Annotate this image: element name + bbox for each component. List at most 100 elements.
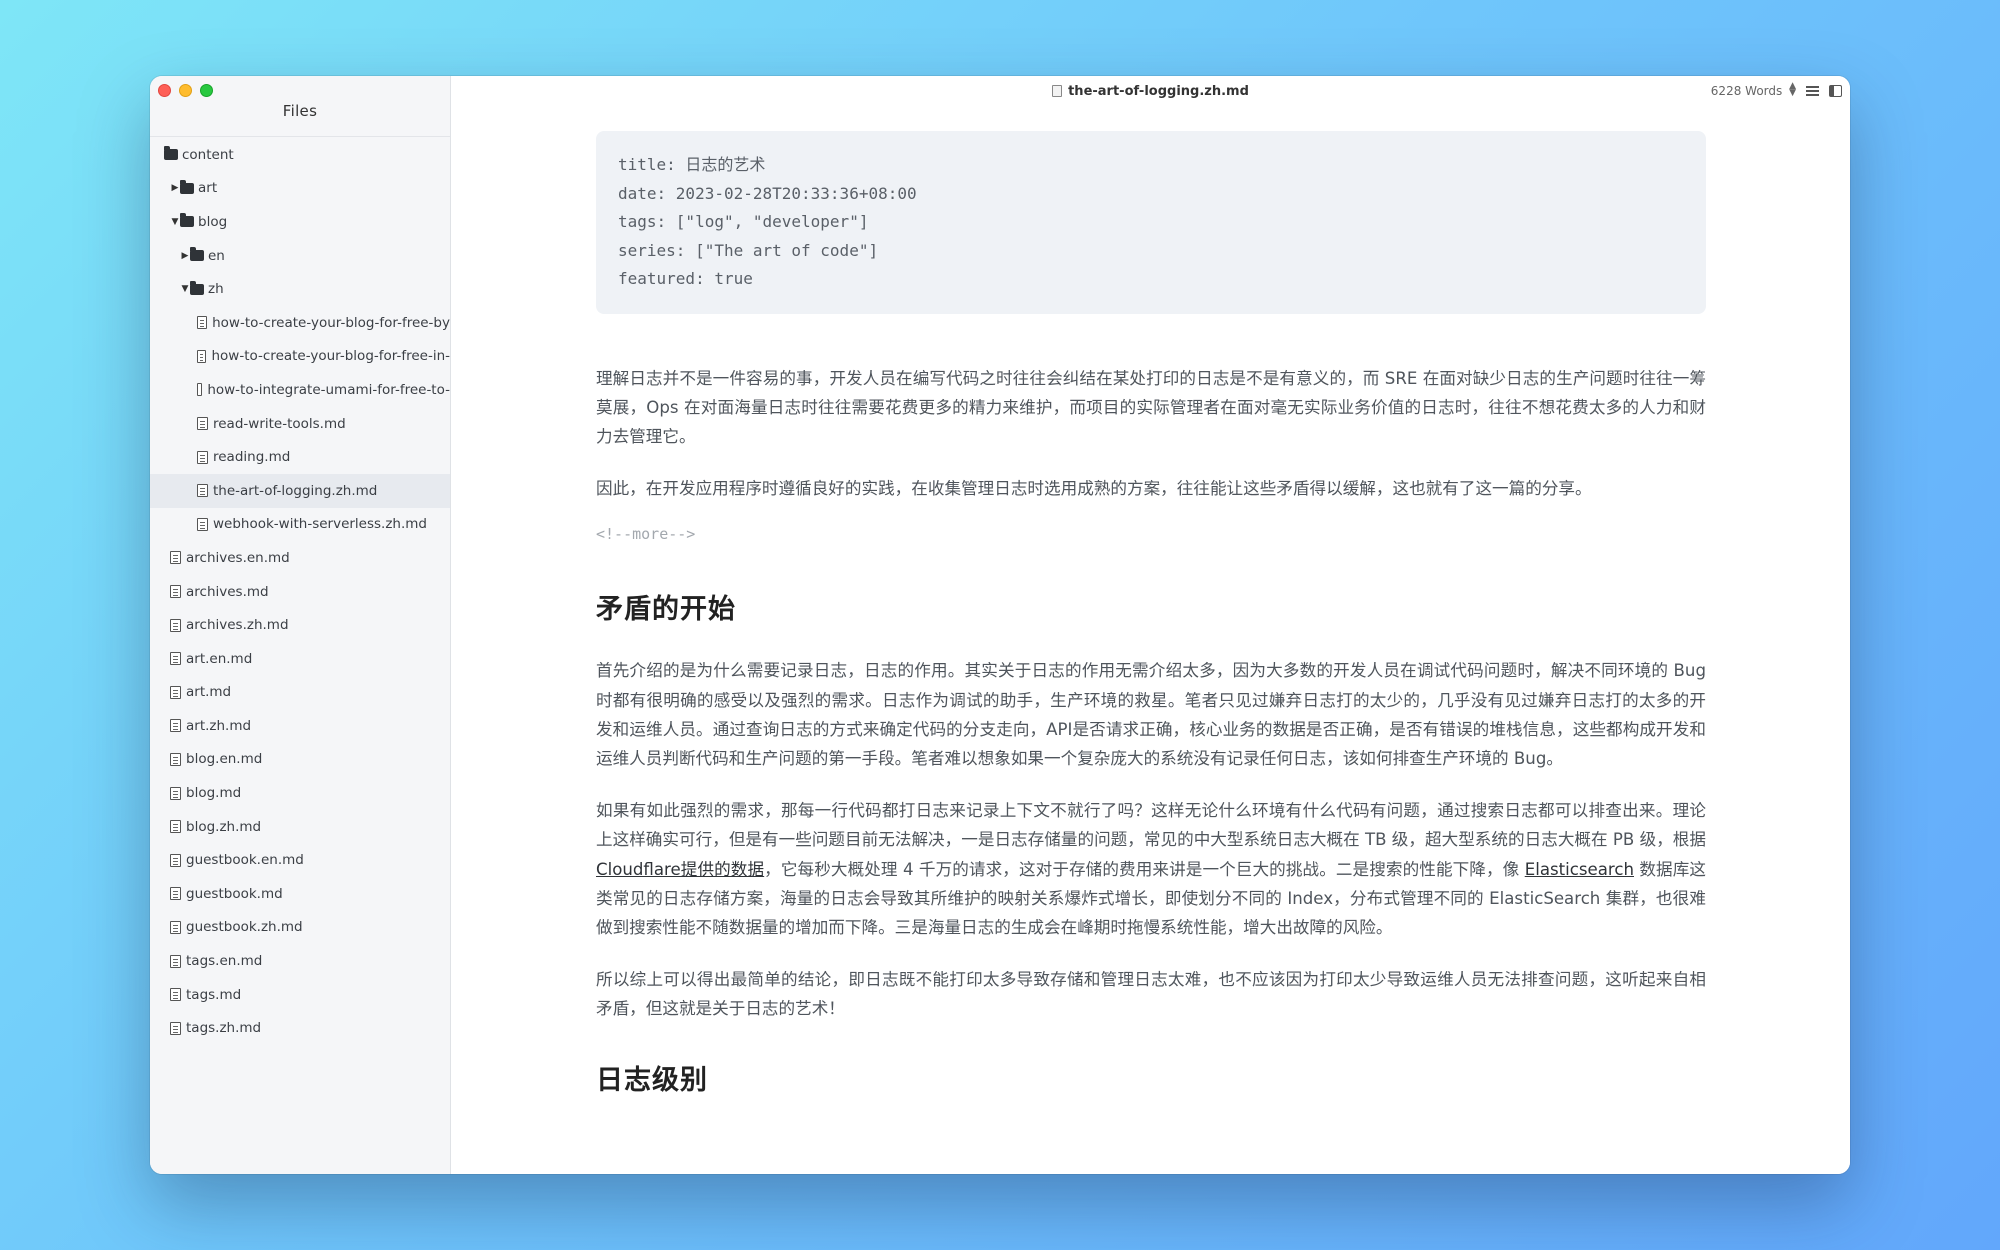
file-item[interactable]: tags.md [150, 978, 450, 1012]
tree-item-label: tags.md [186, 986, 242, 1003]
file-icon [170, 954, 181, 968]
tree-item-label: blog.md [186, 785, 242, 802]
tree-item-label: art [198, 180, 218, 197]
file-icon [197, 316, 208, 330]
tree-item-label: tags.zh.md [186, 1020, 262, 1037]
file-icon [170, 618, 181, 632]
tree-item-label: en [208, 247, 225, 264]
file-item[interactable]: art.en.md [150, 642, 450, 676]
disclosure-open-icon[interactable]: ▼ [180, 284, 190, 294]
tree-item-label: blog.en.md [186, 751, 263, 768]
file-item[interactable]: archives.md [150, 575, 450, 609]
zoom-window-button[interactable] [200, 84, 213, 97]
file-icon [170, 685, 181, 699]
app-window: Files content ▶ art ▼ blog ▶ en ▼ zh how-to-creat… [150, 76, 1850, 1174]
file-icon [170, 652, 181, 666]
window-filename: the-art-of-logging.zh.md [1068, 83, 1249, 99]
document-icon [1052, 85, 1063, 97]
tree-item-label: archives.zh.md [186, 617, 289, 634]
minimize-window-button[interactable] [179, 84, 192, 97]
file-icon [197, 517, 208, 531]
outline-icon[interactable] [1806, 85, 1819, 96]
tree-item-label: guestbook.zh.md [186, 919, 303, 936]
file-item[interactable]: tags.zh.md [150, 1011, 450, 1045]
file-item[interactable]: tags.en.md [150, 944, 450, 978]
file-icon [197, 349, 207, 363]
file-icon [170, 820, 181, 834]
folder-item[interactable]: ▶ art [150, 172, 450, 206]
editor-pane: the-art-of-logging.zh.md 6228 Words ▲ ▼ t… [451, 76, 1850, 1174]
folder-item[interactable]: ▼ zh [150, 272, 450, 306]
tree-item-label: how-to-create-your-blog-for-free-by [212, 314, 450, 331]
file-item[interactable]: art.md [150, 676, 450, 710]
tree-item-label: guestbook.md [186, 885, 283, 902]
sidebar-toggle-icon[interactable] [1829, 84, 1842, 97]
disclosure-closed-icon[interactable]: ▶ [180, 251, 190, 261]
tree-item-label: tags.en.md [186, 953, 263, 970]
file-sidebar: Files content ▶ art ▼ blog ▶ en ▼ zh how-to-creat… [150, 76, 451, 1174]
tree-item-label: read-write-tools.md [213, 415, 346, 432]
tree-item-label: zh [208, 281, 224, 298]
word-count: 6228 Words [1710, 84, 1783, 98]
file-item[interactable]: guestbook.en.md [150, 843, 450, 877]
tree-item-label: how-to-create-your-blog-for-free-in- [211, 348, 450, 365]
file-icon [170, 1021, 181, 1035]
tree-item-label: content [182, 146, 234, 163]
cloudflare-link[interactable]: Cloudflare提供的数据 [596, 860, 764, 879]
section-heading: 矛盾的开始 [596, 594, 736, 626]
folder-item[interactable]: content [150, 138, 450, 172]
file-item[interactable]: read-write-tools.md [150, 407, 450, 441]
paragraph: 如果有如此强烈的需求，那每一行代码都打日志来记录上下文不就行了吗？这样无论什么环… [596, 796, 1706, 943]
file-item[interactable]: how-to-create-your-blog-for-free-in- [150, 340, 450, 374]
folder-icon [180, 179, 194, 194]
paragraph: 所以综上可以得出最简单的结论，即日志既不能打印太多导致存储和管理日志太难，也不应… [596, 969, 1706, 1019]
file-icon [170, 551, 181, 565]
folder-icon [190, 247, 204, 262]
folder-item[interactable]: ▶ en [150, 239, 450, 273]
file-item[interactable]: archives.en.md [150, 541, 450, 575]
file-item[interactable]: art.zh.md [150, 709, 450, 743]
folder-item[interactable]: ▼ blog [150, 205, 450, 239]
sidebar-divider [150, 136, 450, 137]
file-item[interactable]: how-to-integrate-umami-for-free-to- [150, 373, 450, 407]
window-controls [158, 84, 213, 97]
chevron-updown-icon: ▲ ▼ [1789, 81, 1796, 98]
file-item[interactable]: webhook-with-serverless.zh.md [150, 508, 450, 542]
file-item[interactable]: reading.md [150, 440, 450, 474]
elasticsearch-link[interactable]: Elasticsearch [1525, 860, 1634, 879]
file-item[interactable]: guestbook.zh.md [150, 911, 450, 945]
file-item[interactable]: blog.zh.md [150, 810, 450, 844]
file-icon [197, 484, 208, 498]
tree-item-label: archives.md [186, 583, 269, 600]
tree-item-label: guestbook.en.md [186, 852, 304, 869]
file-icon [170, 719, 181, 733]
titlebar-tools: 6228 Words ▲ ▼ [1710, 81, 1842, 99]
file-item[interactable]: blog.en.md [150, 743, 450, 777]
disclosure-closed-icon[interactable]: ▶ [170, 183, 180, 193]
tree-item-label: the-art-of-logging.zh.md [213, 482, 378, 499]
word-count-selector[interactable]: 6228 Words ▲ ▼ [1710, 81, 1796, 99]
front-matter-block[interactable]: title: 日志的艺术 date: 2023-02-28T20:33:36+08… [596, 131, 1706, 314]
front-matter-line: series: ["The art of code"] [618, 240, 879, 260]
title-bar: the-art-of-logging.zh.md 6228 Words ▲ ▼ [451, 76, 1850, 106]
more-comment: <!--more--> [596, 525, 696, 544]
file-icon [170, 585, 181, 599]
tree-item-label: reading.md [213, 449, 291, 466]
close-window-button[interactable] [158, 84, 171, 97]
file-icon [197, 450, 208, 464]
tree-item-label: archives.en.md [186, 549, 290, 566]
tree-item-label: blog [198, 213, 228, 230]
paragraph: 理解日志并不是一件容易的事，开发人员在编写代码之时往往会纠结在某处打印的日志是不… [596, 368, 1706, 447]
sidebar-title: Files [282, 102, 318, 120]
file-item[interactable]: how-to-create-your-blog-for-free-by [150, 306, 450, 340]
file-item[interactable]: the-art-of-logging.zh.md [150, 473, 450, 508]
section-heading: 日志级别 [596, 1064, 708, 1096]
file-item[interactable]: guestbook.md [150, 877, 450, 911]
file-item[interactable]: blog.md [150, 776, 450, 810]
disclosure-open-icon[interactable]: ▼ [170, 217, 180, 227]
file-item[interactable]: archives.zh.md [150, 608, 450, 642]
file-icon [170, 853, 181, 867]
document-content[interactable]: title: 日志的艺术 date: 2023-02-28T20:33:36+08… [596, 131, 1706, 1127]
tree-item-label: webhook-with-serverless.zh.md [213, 516, 427, 533]
file-icon [197, 383, 203, 397]
